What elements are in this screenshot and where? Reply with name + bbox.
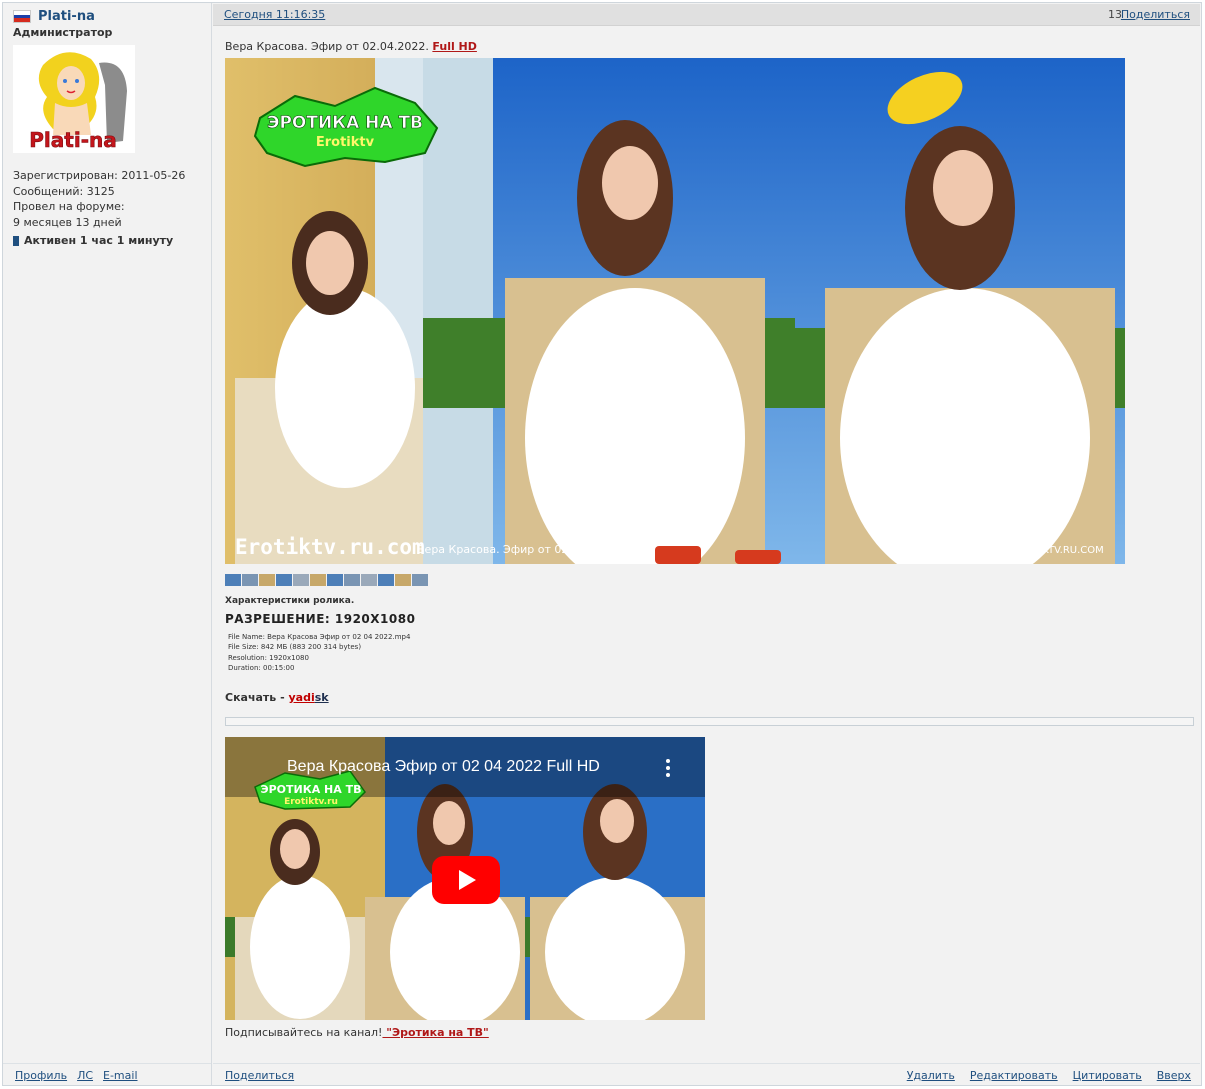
avatar-text: Plati-na xyxy=(29,128,116,152)
profile-link[interactable]: Профиль xyxy=(15,1069,67,1082)
sidebar-footer-divider xyxy=(3,1063,211,1064)
thumbnail-strip xyxy=(225,574,429,586)
channel-link[interactable]: "Эротика на ТВ" xyxy=(382,1026,489,1039)
image-watermark-caption: Вера Красова. Эфир от 02.04.2022 xyxy=(417,543,617,556)
thumbnail[interactable] xyxy=(361,574,377,586)
spec-duration: Duration: 00:15:00 xyxy=(228,663,295,672)
thumbnail[interactable] xyxy=(276,574,292,586)
image-logo-line2: Erotiktv xyxy=(316,135,375,150)
spec-file-size: File Size: 842 МБ (883 200 314 bytes) xyxy=(228,643,362,652)
thumbnail[interactable] xyxy=(310,574,326,586)
video-title[interactable]: Вера Красова Эфир от 02 04 2022 Full HD xyxy=(287,758,600,776)
user-info: Зарегистрирован: 2011-05-26 Сообщений: 3… xyxy=(13,168,185,230)
thumbnail[interactable] xyxy=(293,574,309,586)
play-icon xyxy=(459,870,476,890)
username-link[interactable]: Plati-na xyxy=(38,9,95,24)
post-header: Сегодня 11:16:35 13 Поделиться xyxy=(213,4,1200,26)
user-messages: Сообщений: 3125 xyxy=(13,184,115,198)
download-line: Скачать - yadisk xyxy=(225,691,329,704)
user-active-status: Активен 1 час 1 минуту xyxy=(13,234,173,247)
footer-share-link[interactable]: Поделиться xyxy=(225,1069,294,1082)
file-spec: File Name: Вера Красова Эфир от 02 04 20… xyxy=(228,632,410,673)
subscribe-line: Подписывайтесь на канал! "Эротика на ТВ" xyxy=(225,1026,489,1039)
email-link[interactable]: E-mail xyxy=(103,1069,138,1082)
user-active-text: Активен 1 час 1 минуту xyxy=(24,234,174,247)
thumbnail[interactable] xyxy=(225,574,241,586)
more-options-icon[interactable] xyxy=(665,759,671,777)
characteristics-heading: Характеристики ролика. xyxy=(225,596,355,606)
youtube-embed[interactable]: ЭРОТИКА НА ТВ Erotiktv.ru Вера Красова Э… xyxy=(225,737,705,1020)
thumbnail[interactable] xyxy=(327,574,343,586)
thumbnail[interactable] xyxy=(395,574,411,586)
russia-flag-icon xyxy=(13,10,31,23)
share-link[interactable]: Поделиться xyxy=(1121,8,1190,21)
user-time-value: 9 месяцев 13 дней xyxy=(13,215,122,229)
video-logo-line1: ЭРОТИКА НА ТВ xyxy=(261,783,362,796)
avatar: Plati-na xyxy=(13,45,135,153)
post-date-link[interactable]: Сегодня 11:16:35 xyxy=(224,8,325,21)
top-link[interactable]: Вверх xyxy=(1157,1069,1191,1082)
spoiler-bar[interactable] xyxy=(225,717,1194,726)
quote-link[interactable]: Цитировать xyxy=(1073,1069,1142,1082)
post-title-text: Вера Красова. Эфир от 02.04.2022. xyxy=(225,40,433,53)
image-watermark-right: EROTIKTV.RU.COM xyxy=(1012,545,1104,556)
post-main: Сегодня 11:16:35 13 Поделиться Вера Крас… xyxy=(212,3,1201,1085)
main-footer-divider xyxy=(213,1063,1200,1064)
thumbnail[interactable] xyxy=(412,574,428,586)
post-actions: Удалить Редактировать Цитировать Вверх xyxy=(907,1069,1191,1082)
edit-link[interactable]: Редактировать xyxy=(970,1069,1058,1082)
spec-file-name: File Name: Вера Красова Эфир от 02 04 20… xyxy=(228,633,411,641)
online-status-icon xyxy=(13,235,19,246)
youtube-play-button[interactable] xyxy=(432,856,500,904)
pm-link[interactable]: ЛС xyxy=(77,1069,93,1082)
post-main-image[interactable]: ЭРОТИКА НА ТВ Erotiktv Erotiktv.ru.com В… xyxy=(225,58,1125,564)
user-sidebar: Plati-na Администратор Plati-na Зарегист… xyxy=(3,3,212,1085)
subscribe-text: Подписывайтесь на канал! xyxy=(225,1026,383,1039)
forum-post: Plati-na Администратор Plati-na Зарегист… xyxy=(2,2,1202,1086)
download-link[interactable]: yadisk xyxy=(289,691,329,704)
spec-resolution: Resolution: 1920x1080 xyxy=(228,653,309,662)
thumbnail[interactable] xyxy=(378,574,394,586)
thumbnail[interactable] xyxy=(242,574,258,586)
download-label: Скачать - xyxy=(225,691,289,704)
delete-link[interactable]: Удалить xyxy=(907,1069,955,1082)
thumbnail[interactable] xyxy=(344,574,360,586)
user-name-line: Plati-na xyxy=(13,9,95,24)
post-title: Вера Красова. Эфир от 02.04.2022. Full H… xyxy=(225,40,477,53)
user-role: Администратор xyxy=(13,26,113,39)
user-registered: Зарегистрирован: 2011-05-26 xyxy=(13,169,186,182)
user-actions: Профиль ЛС E-mail xyxy=(15,1069,138,1082)
resolution-heading: РАЗРЕШЕНИЕ: 1920Х1080 xyxy=(225,612,416,626)
image-logo-line1: ЭРОТИКА НА ТВ xyxy=(267,113,423,133)
full-hd-link[interactable]: Full HD xyxy=(432,40,477,53)
image-watermark-site: Erotiktv.ru.com xyxy=(235,535,425,559)
thumbnail[interactable] xyxy=(259,574,275,586)
user-time-label: Провел на форуме: xyxy=(13,200,125,213)
video-logo-line2: Erotiktv.ru xyxy=(284,797,338,807)
